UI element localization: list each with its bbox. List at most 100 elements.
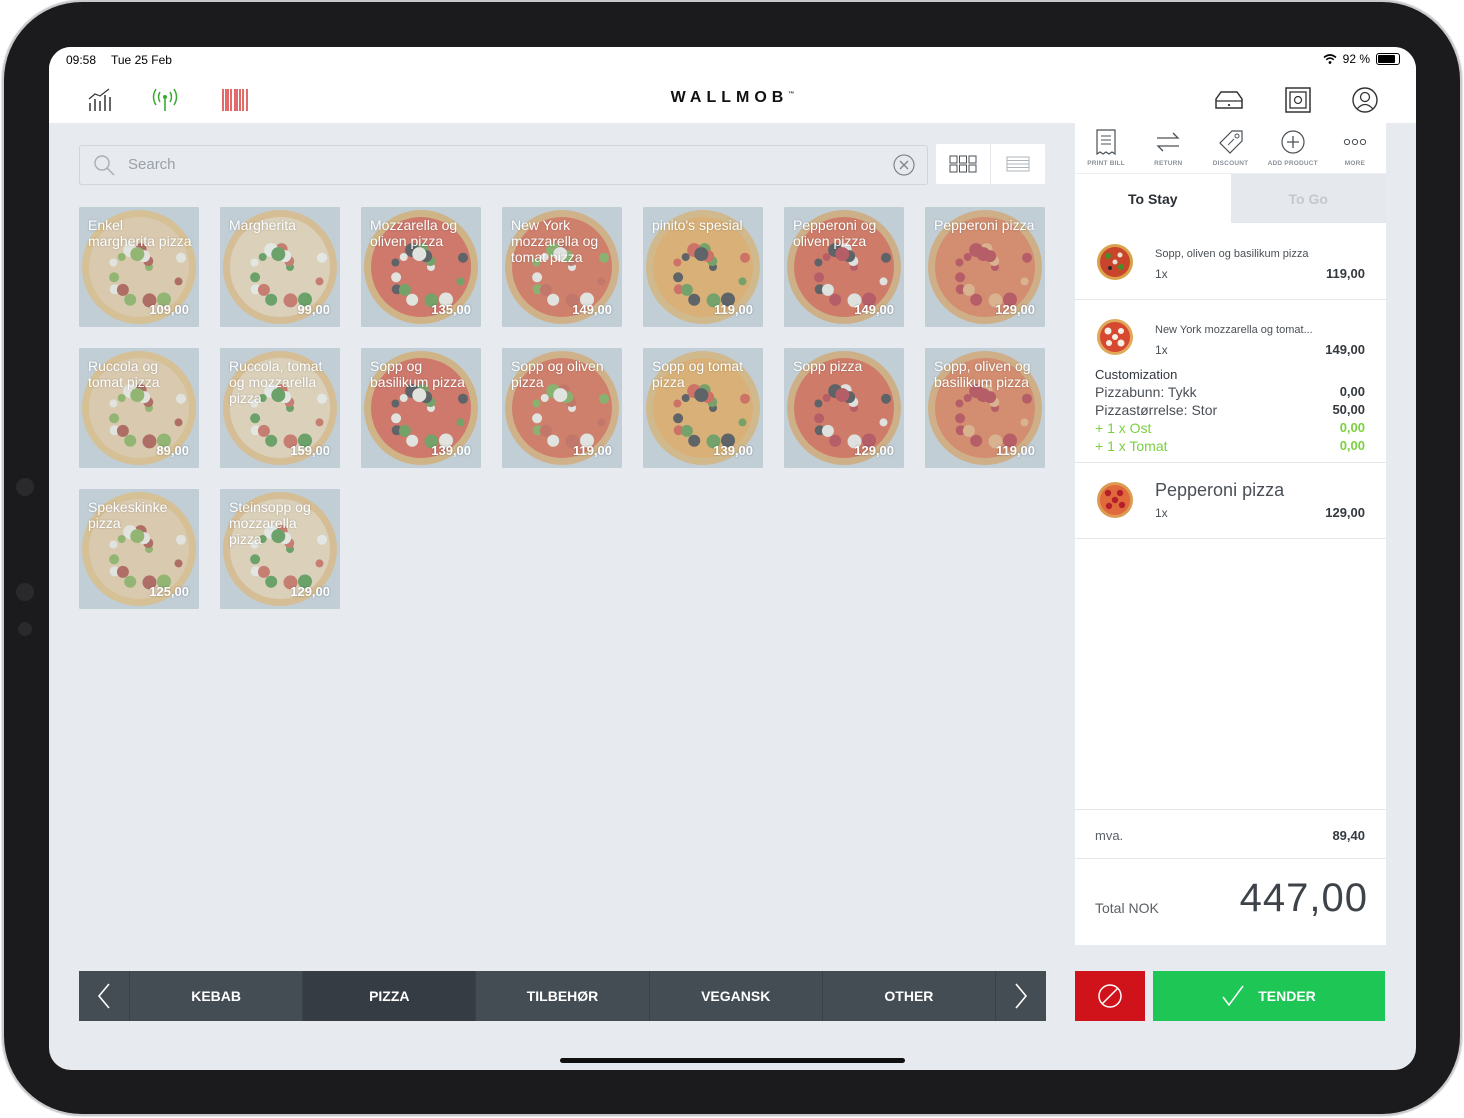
category-tab[interactable]: KEBAB — [129, 971, 302, 1021]
product-tile[interactable]: New York mozzarella og tomat pizza 149,00 — [502, 207, 622, 327]
product-name: New York mozzarella og tomat pizza — [511, 217, 599, 265]
product-tile[interactable]: Mozzarella og oliven pizza 135,00 — [361, 207, 481, 327]
product-name: Sopp pizza — [793, 358, 863, 374]
product-tile[interactable]: Sopp og tomat pizza 139,00 — [643, 348, 763, 468]
customization-label: Pizzabunn: Tykk — [1095, 384, 1197, 400]
product-price: 135,00 — [431, 302, 471, 317]
top-bar: WALLMOB™ — [49, 75, 1416, 123]
product-price: 125,00 — [149, 584, 189, 599]
user-icon[interactable] — [1351, 87, 1379, 113]
grid-view-icon — [949, 155, 977, 173]
product-tile[interactable]: Enkel margherita pizza 109,00 — [79, 207, 199, 327]
product-name: Steinsopp og mozzarella pizza — [229, 499, 311, 547]
product-name: Sopp og tomat pizza — [652, 358, 744, 390]
category-tab[interactable]: TILBEHØR — [475, 971, 648, 1021]
category-tab[interactable]: PIZZA — [302, 971, 476, 1021]
product-tile[interactable]: Steinsopp og mozzarella pizza 129,00 — [220, 489, 340, 609]
product-price: 129,00 — [995, 302, 1035, 317]
clear-search-icon[interactable] — [893, 154, 915, 176]
home-indicator — [560, 1058, 905, 1063]
product-price: 149,00 — [572, 302, 612, 317]
product-tile[interactable]: Spekeskinke pizza 125,00 — [79, 489, 199, 609]
customization-row: Pizzastørrelse: Stor 50,00 — [1095, 402, 1365, 418]
product-name: Pepperoni pizza — [934, 217, 1035, 233]
return-icon — [1156, 132, 1180, 152]
drawer-icon[interactable] — [1214, 87, 1244, 113]
order-line[interactable]: Pepperoni pizza 1x 129,00 — [1075, 463, 1386, 539]
order-line[interactable]: Sopp, oliven og basilikum pizza 1x 119,0… — [1075, 223, 1386, 300]
plus-circle-icon — [1281, 130, 1305, 154]
customization-label: + 1 x Ost — [1095, 420, 1152, 436]
product-name: Sopp og basilikum pizza — [370, 358, 465, 390]
add-product-button[interactable]: ADD PRODUCT — [1262, 123, 1324, 173]
tab-to-go[interactable]: To Go — [1230, 174, 1386, 223]
app-screen: 09:58 Tue 25 Feb 92 % WALLMOB™ Enkel mar… — [49, 47, 1416, 1070]
brand-logo: WALLMOB™ — [670, 89, 795, 106]
category-tab[interactable]: OTHER — [821, 971, 995, 1021]
product-name: Spekeskinke pizza — [88, 499, 168, 531]
pizza-thumbnail — [1097, 244, 1133, 280]
tax-row: mva. 89,40 — [1075, 809, 1386, 859]
category-next-button[interactable] — [995, 971, 1046, 1021]
action-label: RETURN — [1154, 160, 1183, 167]
product-tile[interactable]: pinito's spesial 119,00 — [643, 207, 763, 327]
tag-icon — [1218, 130, 1243, 154]
return-button[interactable]: RETURN — [1137, 123, 1199, 173]
battery-percent: 92 % — [1342, 52, 1370, 66]
product-tile[interactable]: Margherita 99,00 — [220, 207, 340, 327]
order-line-name: Sopp, oliven og basilikum pizza — [1155, 248, 1309, 260]
battery-fill — [1378, 55, 1395, 63]
customization-value: 50,00 — [1332, 402, 1365, 417]
grid-view-button[interactable] — [936, 144, 990, 184]
total-row: Total NOK 447,00 — [1075, 858, 1386, 944]
discount-button[interactable]: DISCOUNT — [1199, 123, 1261, 173]
print-bill-button[interactable]: PRINT BILL — [1075, 123, 1137, 173]
order-actions: PRINT BILL RETURN DISCOUNT ADD PRODUCT M… — [1075, 123, 1386, 174]
product-tile[interactable]: Sopp, oliven og basilikum pizza 119,00 — [925, 348, 1045, 468]
action-label: PRINT BILL — [1087, 160, 1125, 167]
category-prev-button[interactable] — [79, 971, 129, 1021]
more-button[interactable]: MORE — [1324, 123, 1386, 173]
product-name: pinito's spesial — [652, 217, 743, 233]
product-tile[interactable]: Sopp og oliven pizza 119,00 — [502, 348, 622, 468]
product-name: Sopp og oliven pizza — [511, 358, 604, 390]
product-price: 129,00 — [290, 584, 330, 599]
tender-button[interactable]: TENDER — [1153, 971, 1385, 1021]
product-tile[interactable]: Pepperoni og oliven pizza 149,00 — [784, 207, 904, 327]
product-tile[interactable]: Ruccola og tomat pizza 89,00 — [79, 348, 199, 468]
void-button[interactable] — [1075, 971, 1145, 1021]
product-name: Pepperoni og oliven pizza — [793, 217, 877, 249]
product-tile[interactable]: Sopp og basilikum pizza 139,00 — [361, 348, 481, 468]
view-toggle — [936, 144, 1045, 184]
product-tile[interactable]: Ruccola, tomat og mozzarella pizza 159,00 — [220, 348, 340, 468]
tab-to-stay[interactable]: To Stay — [1075, 174, 1231, 223]
order-line-price: 129,00 — [1325, 505, 1365, 520]
product-tile[interactable]: Pepperoni pizza 129,00 — [925, 207, 1045, 327]
category-tab[interactable]: VEGANSK — [648, 971, 822, 1021]
product-price: 139,00 — [713, 443, 753, 458]
action-label: ADD PRODUCT — [1267, 160, 1318, 167]
product-price: 119,00 — [572, 443, 612, 458]
camera-dot — [16, 478, 34, 496]
battery-icon — [1376, 53, 1400, 65]
total-label: Total NOK — [1095, 900, 1159, 916]
order-line[interactable]: New York mozzarella og tomat... 1x 149,0… — [1075, 300, 1386, 463]
chevron-left-icon — [97, 983, 110, 1009]
camera-dot — [16, 583, 34, 601]
search-input[interactable] — [128, 146, 868, 182]
safe-icon[interactable] — [1284, 87, 1312, 113]
customization-row: + 1 x Tomat 0,00 — [1095, 438, 1365, 454]
order-line-name: New York mozzarella og tomat... — [1155, 324, 1313, 336]
product-price: 109,00 — [149, 302, 189, 317]
product-name: Mozzarella og oliven pizza — [370, 217, 458, 249]
order-line-qty: 1x — [1155, 343, 1168, 357]
list-view-button[interactable] — [990, 144, 1045, 184]
product-name: Sopp, oliven og basilikum pizza — [934, 358, 1031, 390]
product-name: Ruccola og tomat pizza — [88, 358, 160, 390]
tender-label: TENDER — [1258, 988, 1316, 1004]
product-tile[interactable]: Sopp pizza 129,00 — [784, 348, 904, 468]
order-line-price: 119,00 — [1325, 266, 1365, 281]
product-price: 149,00 — [854, 302, 894, 317]
product-name: Ruccola, tomat og mozzarella pizza — [229, 358, 323, 406]
customization-label: Pizzastørrelse: Stor — [1095, 402, 1218, 418]
